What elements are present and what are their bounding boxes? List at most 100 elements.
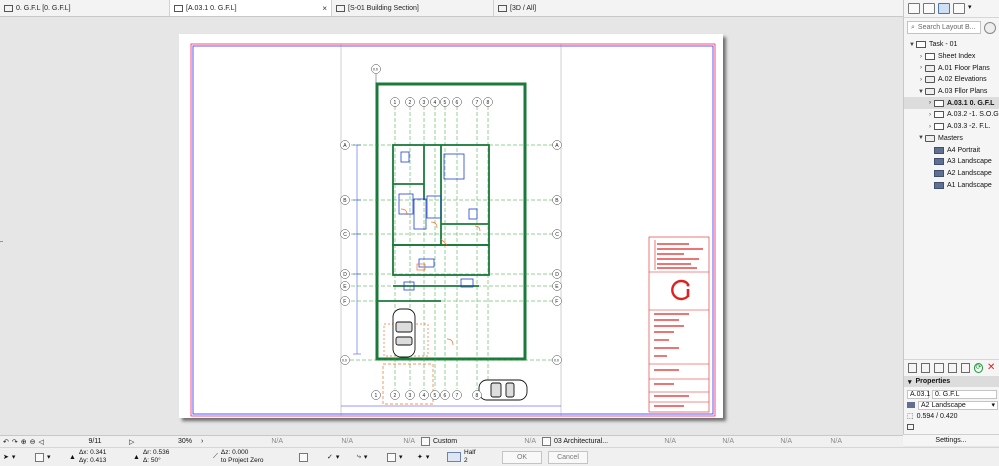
svg-text:1: 1 xyxy=(394,100,397,106)
gear-icon[interactable] xyxy=(984,21,996,34)
ok-button[interactable]: OK xyxy=(502,450,542,464)
tree-item[interactable]: A4 Portrait xyxy=(904,144,999,156)
layout-name-field[interactable]: 0. G.F.L xyxy=(932,389,997,399)
tree-item[interactable]: › A.02 Elevations xyxy=(904,74,999,86)
chevron-right-icon[interactable]: › xyxy=(917,54,925,60)
project-map-icon[interactable] xyxy=(908,3,920,14)
update-icon[interactable]: ⟳ xyxy=(973,362,984,373)
model-view-field[interactable]: N/A xyxy=(356,436,418,448)
tree-item[interactable]: A2 Landscape xyxy=(904,168,999,180)
delete-icon[interactable]: ✕ xyxy=(987,362,996,373)
magic-wand-tool[interactable]: ✦ ▾ xyxy=(414,451,444,463)
drawing-canvas[interactable]: 1 2 3 4 5 6 7 8 1 2 3 4 5 6 7 8 A B C D … xyxy=(0,17,903,435)
dim-field[interactable]: N/A xyxy=(484,436,539,448)
structure-field[interactable]: N/A xyxy=(679,436,737,448)
layer-combination-field[interactable]: 03 Architectural... xyxy=(539,436,621,448)
guide-tool[interactable]: ⤷ ▾ xyxy=(354,451,384,463)
delta-angle: Δ: 50° xyxy=(142,457,161,464)
zoom-value[interactable]: 30% xyxy=(146,436,198,448)
tab-3d[interactable]: [3D / All] xyxy=(494,0,664,16)
scale-field[interactable]: N/A xyxy=(216,436,286,448)
view-map-icon[interactable] xyxy=(923,3,935,14)
chevron-right-icon[interactable]: › xyxy=(198,436,216,448)
chevron-right-icon[interactable]: › xyxy=(917,65,925,71)
next-icon[interactable]: ▷ xyxy=(126,436,146,448)
layer-field[interactable]: N/A xyxy=(286,436,356,448)
pen-set-field[interactable]: Custom xyxy=(418,436,484,448)
tree-item[interactable]: › Sheet Index xyxy=(904,51,999,63)
check-tool[interactable]: ✓ ▾ xyxy=(324,451,354,463)
new-layout-icon[interactable] xyxy=(908,362,918,373)
snap-icon xyxy=(299,452,308,462)
chevron-right-icon[interactable]: › xyxy=(926,112,934,118)
chevron-down-icon[interactable]: ▼ xyxy=(917,89,925,95)
grid-snap-tool[interactable]: ▾ xyxy=(384,451,414,463)
properties-size-row: ⬚ 0.594 / 0.420 xyxy=(904,411,999,421)
clone-icon[interactable] xyxy=(947,362,957,373)
tree-item[interactable]: ▼ Masters xyxy=(904,133,999,145)
car-garage xyxy=(392,308,416,358)
na-text: N/A xyxy=(271,438,283,445)
marquee-tool[interactable]: ▾ xyxy=(32,451,66,463)
previous-icon[interactable]: ◁ xyxy=(39,438,44,446)
master-icon xyxy=(934,146,944,154)
chevron-down-icon: ▾ xyxy=(11,454,16,461)
na-text: N/A xyxy=(341,438,353,445)
chevron-right-icon[interactable]: › xyxy=(926,100,934,106)
tree-item[interactable]: › A.03.2 -1. S.O.G xyxy=(904,109,999,121)
section-icon xyxy=(336,4,345,12)
graphic-override-field[interactable]: N/A xyxy=(795,436,845,448)
grid-bubbles-top: 1 2 3 4 5 6 7 8 xyxy=(390,97,493,107)
tree-item-label: A.03.1 0. G.F.L xyxy=(947,99,995,107)
search-input[interactable]: ⌕ Search Layout B... xyxy=(907,21,981,34)
tab-layout[interactable]: [A.03.1 0. G.F.L] × xyxy=(170,0,332,16)
properties-header[interactable]: ▾ Properties xyxy=(904,376,999,387)
delta-icon: ▲ xyxy=(133,453,140,461)
settings-button[interactable]: Settings... xyxy=(903,434,999,446)
layout-book-icon[interactable] xyxy=(938,3,950,14)
open-icon[interactable] xyxy=(960,362,970,373)
na-text: N/A xyxy=(403,438,415,445)
new-folder-icon[interactable] xyxy=(921,362,931,373)
tree-item[interactable]: › A.03.1 0. G.F.L xyxy=(904,97,999,110)
layout-icon xyxy=(174,4,183,12)
undo-icon[interactable]: ↶ xyxy=(3,438,9,446)
tree-item[interactable]: ▼ Task - 01 xyxy=(904,39,999,51)
chevron-right-icon[interactable]: › xyxy=(917,77,925,83)
partial-structure-field[interactable]: N/A xyxy=(737,436,795,448)
tree-item[interactable]: A1 Landscape xyxy=(904,179,999,191)
tree-item[interactable]: › A.01 Floor Plans xyxy=(904,62,999,74)
chevron-right-icon[interactable]: › xyxy=(926,124,934,130)
publisher-icon[interactable] xyxy=(953,3,965,14)
side-marker xyxy=(0,241,3,242)
zoom-out-icon[interactable]: ⊖ xyxy=(30,438,36,446)
tab-floor-plan[interactable]: 0. G.F.L [0. G.F.L] xyxy=(0,0,170,16)
master-icon xyxy=(934,169,944,177)
renovation-field[interactable]: N/A xyxy=(621,436,679,448)
tree-item-label: A4 Portrait xyxy=(947,146,981,154)
tab-bar: 0. G.F.L [0. G.F.L] [A.03.1 0. G.F.L] × … xyxy=(0,0,999,17)
layout-sheet: 1 2 3 4 5 6 7 8 1 2 3 4 5 6 7 8 A B C D … xyxy=(179,34,723,418)
master-select[interactable]: A2 Landscape ▾ xyxy=(918,400,998,410)
delta-z: Δz: 0.000 xyxy=(220,449,249,456)
layout-id-field[interactable]: A.03.1 xyxy=(907,389,930,399)
tree-item[interactable]: › A.03.3 -2. F.L. xyxy=(904,121,999,133)
edit-icon: ⟋ xyxy=(213,453,218,460)
cancel-button[interactable]: Cancel xyxy=(548,450,588,464)
navigator-menu-icon[interactable]: ▾ xyxy=(968,3,976,14)
special-snap-field[interactable]: Half 2 xyxy=(444,449,502,464)
3d-icon xyxy=(498,4,507,12)
tree-item[interactable]: ▼ A.03 Fllor Plans xyxy=(904,86,999,98)
coordinates-polar: ▲ Δr: 0.536 Δ: 50° xyxy=(130,449,210,464)
snap-tool[interactable] xyxy=(296,451,324,463)
redo-icon[interactable]: ↷ xyxy=(12,438,18,446)
zoom-in-icon[interactable]: ⊕ xyxy=(21,438,27,446)
tree-item[interactable]: A3 Landscape xyxy=(904,156,999,168)
svg-text:0.0: 0.0 xyxy=(342,359,347,363)
chevron-down-icon[interactable]: ▼ xyxy=(908,42,916,48)
new-master-icon[interactable] xyxy=(934,362,944,373)
arrow-tool[interactable]: ➤ ▾ xyxy=(0,451,32,463)
chevron-down-icon[interactable]: ▼ xyxy=(917,135,925,141)
tab-section[interactable]: [S-01 Building Section] xyxy=(332,0,494,16)
close-icon[interactable]: × xyxy=(322,4,327,13)
